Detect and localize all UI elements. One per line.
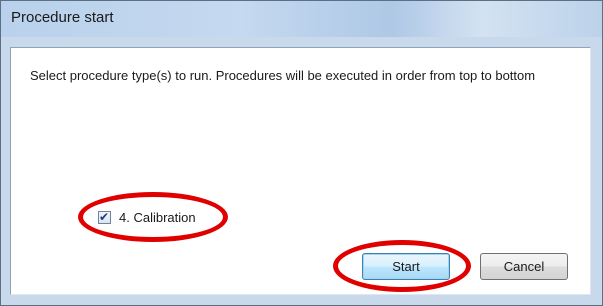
title-bar[interactable]: Procedure start bbox=[1, 1, 602, 37]
checkmark-icon: ✔ bbox=[99, 209, 110, 224]
calibration-checkbox[interactable]: ✔ bbox=[98, 209, 111, 224]
calibration-label[interactable]: 4. Calibration bbox=[119, 210, 196, 225]
instruction-text: Select procedure type(s) to run. Procedu… bbox=[30, 68, 536, 83]
window-title: Procedure start bbox=[11, 9, 114, 26]
procedure-item-calibration[interactable]: ✔ 4. Calibration bbox=[98, 208, 196, 226]
start-button[interactable]: Start bbox=[362, 253, 450, 280]
cancel-button[interactable]: Cancel bbox=[480, 253, 568, 280]
